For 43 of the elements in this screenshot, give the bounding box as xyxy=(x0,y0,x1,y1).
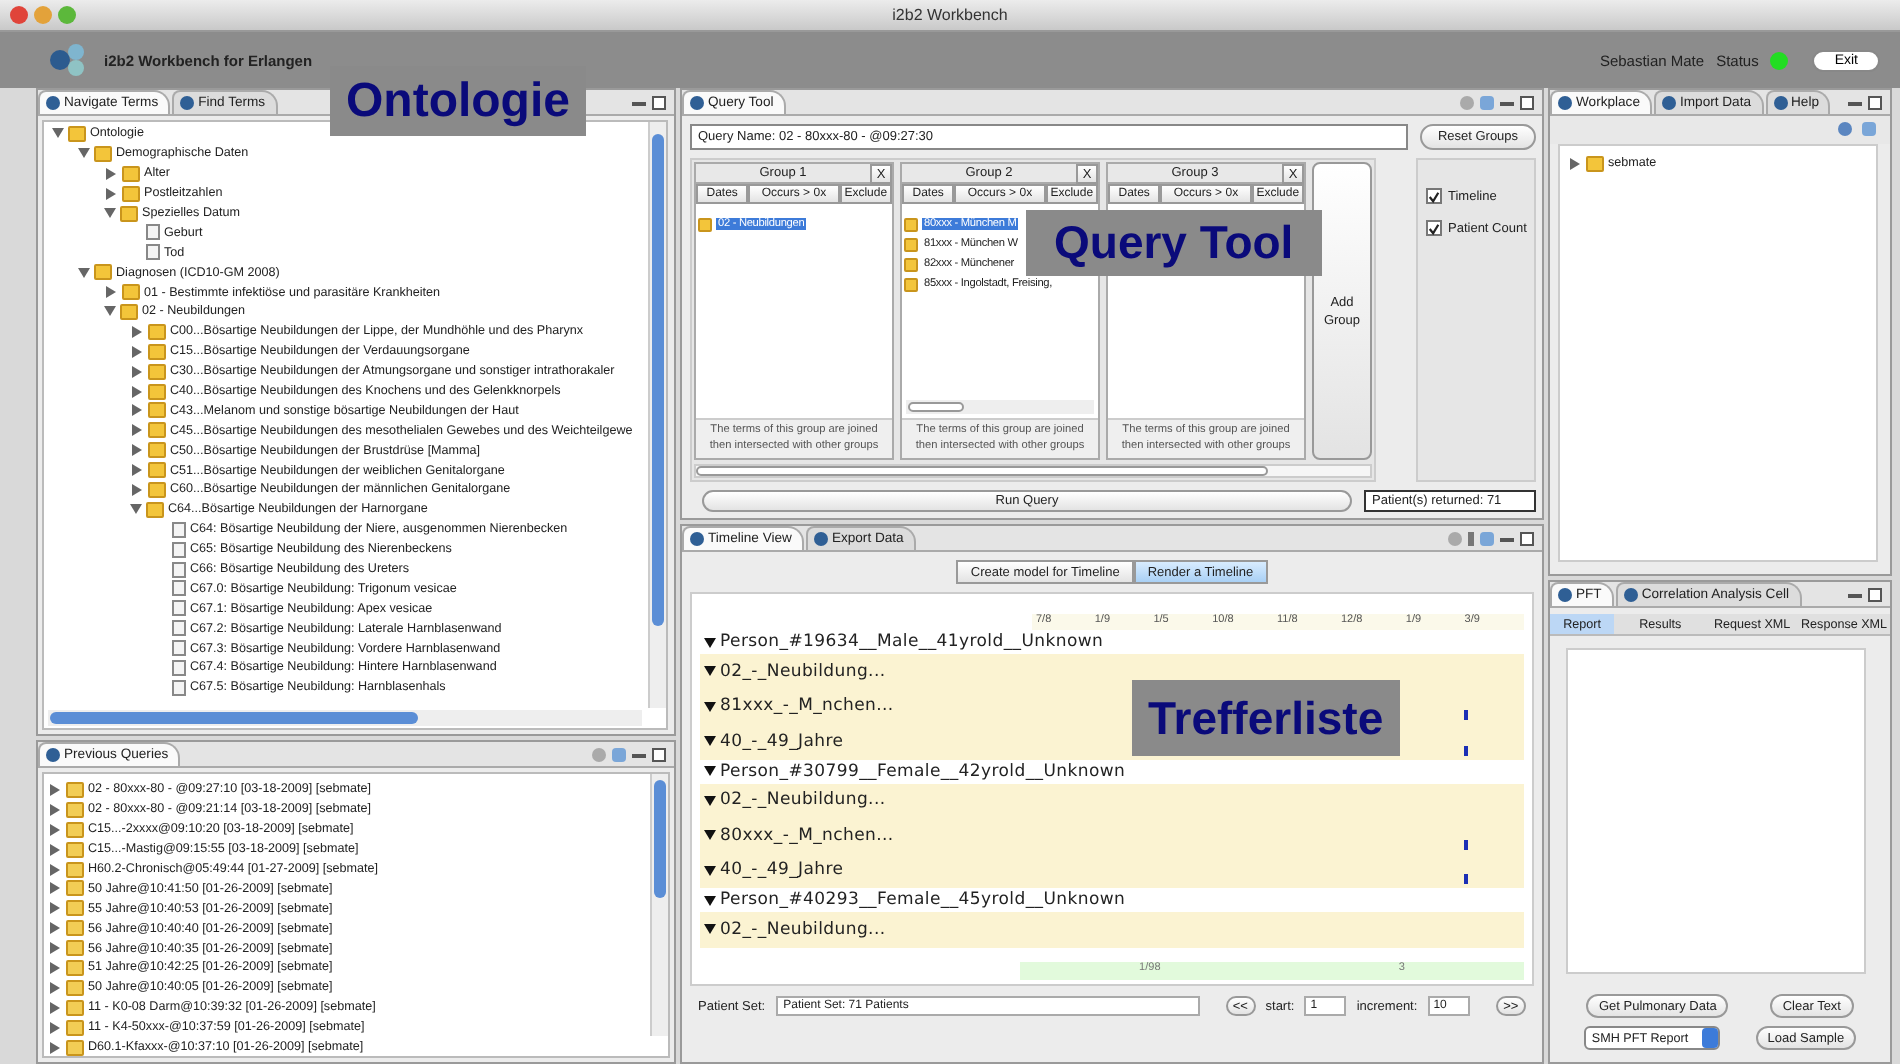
horizontal-scrollbar[interactable] xyxy=(906,400,1094,414)
horizontal-scrollbar[interactable] xyxy=(694,464,1372,478)
maximize-icon[interactable] xyxy=(1868,96,1882,110)
collapse-arrow-icon[interactable] xyxy=(704,701,716,712)
vertical-scrollbar[interactable] xyxy=(650,774,668,1036)
minimize-icon[interactable] xyxy=(632,754,646,762)
row-label: 02_-_Neubildung... xyxy=(720,661,886,682)
minimize-icon[interactable] xyxy=(1848,594,1862,602)
row-label: 81xxx_-_M_nchen... xyxy=(720,696,894,717)
row-label: 02_-_Neubildung... xyxy=(720,919,886,940)
folder-icon xyxy=(1586,155,1604,172)
row-label: Person_#40293__Female__45yrold__Unknown xyxy=(720,890,1126,910)
checkbox[interactable] xyxy=(1426,188,1442,204)
minimize-icon[interactable] xyxy=(1848,102,1862,110)
row-label: 02_-_Neubildung... xyxy=(720,790,886,811)
callout-label: Trefferliste xyxy=(1132,680,1400,756)
stepper-icon xyxy=(1701,1028,1718,1048)
row-label: 40_-_49_Jahre xyxy=(720,860,844,881)
minimize-icon[interactable] xyxy=(1500,102,1514,110)
collapse-arrow-icon[interactable] xyxy=(704,924,716,935)
callout-label: Query Tool xyxy=(1026,210,1322,276)
collapse-arrow-icon[interactable] xyxy=(704,795,716,806)
horizontal-scrollbar[interactable] xyxy=(48,710,642,726)
collapse-arrow-icon[interactable] xyxy=(704,736,716,747)
minimize-icon[interactable] xyxy=(1500,538,1514,546)
collapse-arrow-icon[interactable] xyxy=(704,865,716,876)
maximize-icon[interactable] xyxy=(1868,588,1882,602)
minimize-icon[interactable] xyxy=(632,102,646,110)
maximize-icon[interactable] xyxy=(652,96,666,110)
maximize-icon[interactable] xyxy=(652,748,666,762)
folder-icon xyxy=(698,217,712,231)
vertical-scrollbar[interactable] xyxy=(648,122,666,708)
checkbox[interactable] xyxy=(1426,220,1442,236)
row-label: 80xxx_-_M_nchen... xyxy=(720,825,894,846)
window-title: i2b2 Workbench xyxy=(890,6,1010,24)
collapse-arrow-icon[interactable] xyxy=(704,830,716,841)
close-light-icon[interactable] xyxy=(10,6,28,24)
collapse-arrow-icon[interactable] xyxy=(704,666,716,677)
row-label: Person_#19634__Male__41yrold__Unknown xyxy=(720,632,1104,652)
row-label: 40_-_49_Jahre xyxy=(720,731,844,752)
maximize-icon[interactable] xyxy=(1520,96,1534,110)
maximize-icon[interactable] xyxy=(1520,532,1534,546)
row-label: Person_#30799__Female__42yrold__Unknown xyxy=(720,761,1126,781)
